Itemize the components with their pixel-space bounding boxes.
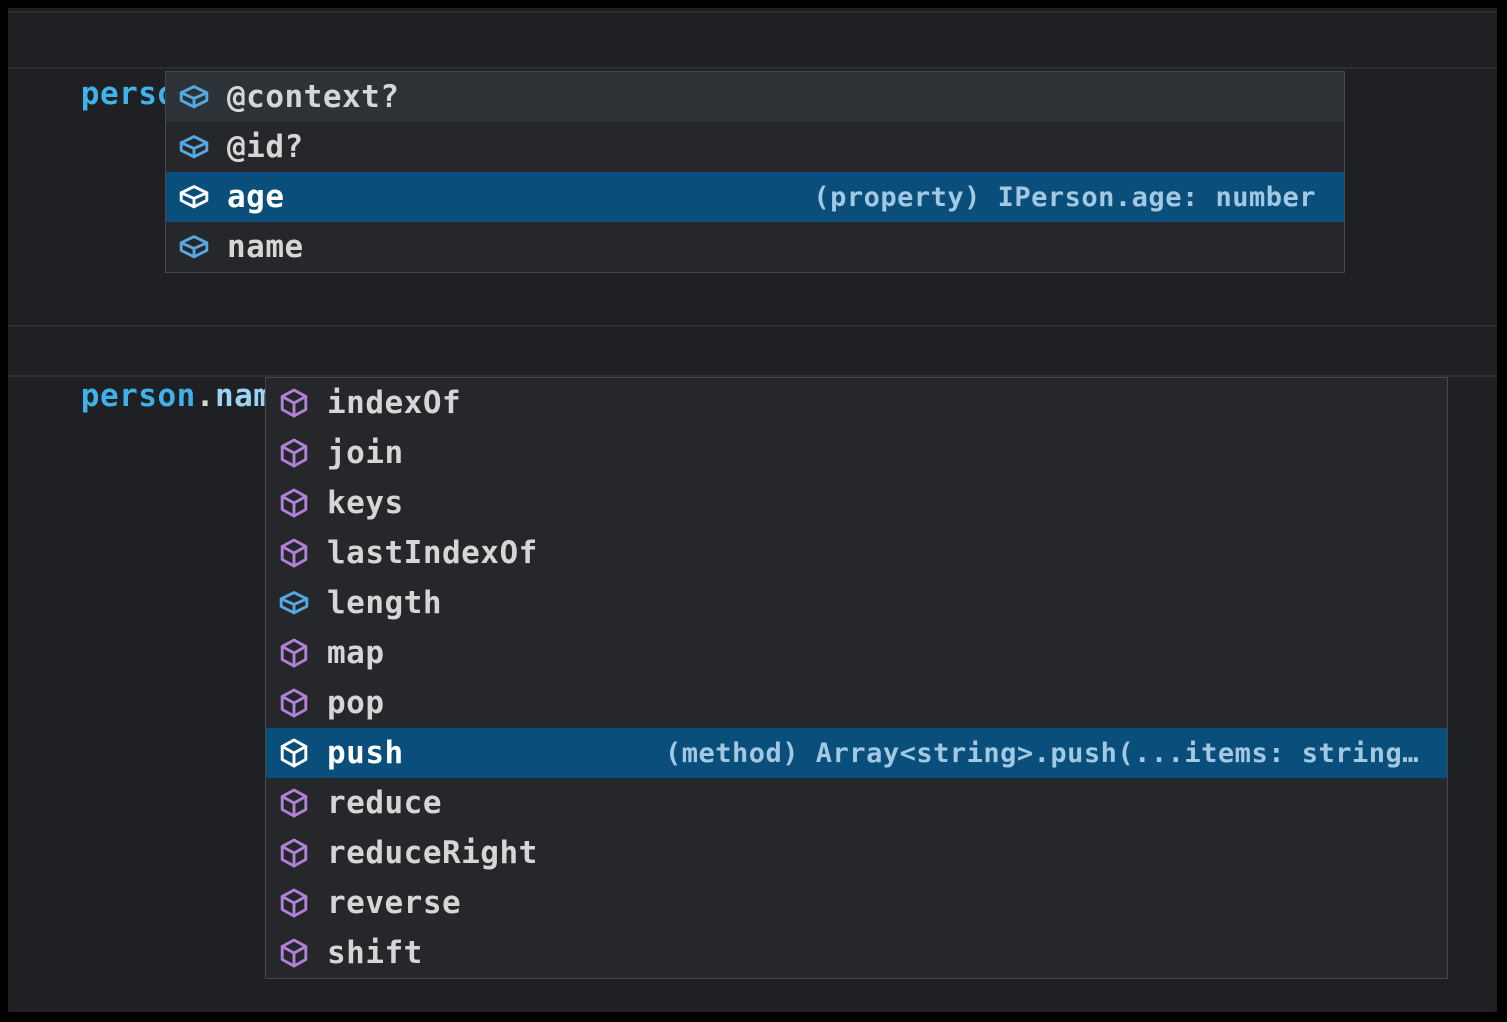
suggestion-label: pop: [327, 685, 385, 721]
suggestion-label: shift: [327, 935, 423, 971]
suggestion-label: reverse: [327, 885, 461, 921]
symbol-method-icon: [278, 387, 310, 419]
symbol-field-icon: [178, 181, 210, 213]
suggestion-item-context[interactable]: @context?: [166, 72, 1344, 122]
suggestion-item-lastindexof[interactable]: lastIndexOf: [266, 528, 1447, 578]
symbol-field-icon: [178, 81, 210, 113]
suggestion-item-indexof[interactable]: indexOf: [266, 378, 1447, 428]
suggestion-item-id[interactable]: @id?: [166, 122, 1344, 172]
suggestion-label: @id?: [227, 129, 304, 165]
suggestion-label: lastIndexOf: [327, 535, 538, 571]
suggestion-label: map: [327, 635, 385, 671]
suggestion-label: reduceRight: [327, 835, 538, 871]
code-token: .: [196, 378, 215, 414]
suggestion-label: push: [327, 735, 404, 771]
suggest-widget-name: indexOf join: [265, 377, 1448, 979]
suggestion-label: reduce: [327, 785, 442, 821]
symbol-method-icon: [278, 637, 310, 669]
suggestion-item-shift[interactable]: shift: [266, 928, 1447, 978]
suggestion-label: indexOf: [327, 385, 461, 421]
suggestion-item-reduce[interactable]: reduce: [266, 778, 1447, 828]
code-token: person: [81, 378, 196, 414]
suggestion-item-keys[interactable]: keys: [266, 478, 1447, 528]
suggestion-item-length[interactable]: length: [266, 578, 1447, 628]
symbol-field-icon: [178, 231, 210, 263]
symbol-method-icon: [278, 787, 310, 819]
screenshot-frame: person.; @context?: [0, 0, 1507, 1022]
symbol-method-icon: [278, 837, 310, 869]
suggestion-item-push[interactable]: push (method) Array<string>.push(...item…: [266, 728, 1447, 778]
symbol-field-icon: [278, 587, 310, 619]
suggestion-item-name[interactable]: name: [166, 222, 1344, 272]
code-editor[interactable]: person.; @context?: [8, 8, 1497, 1012]
suggestion-label: name: [227, 229, 304, 265]
symbol-field-icon: [178, 131, 210, 163]
suggestion-label: age: [227, 179, 285, 215]
suggestion-item-reduceright[interactable]: reduceRight: [266, 828, 1447, 878]
suggestion-item-reverse[interactable]: reverse: [266, 878, 1447, 928]
symbol-method-icon: [278, 537, 310, 569]
suggestion-label: @context?: [227, 79, 399, 115]
suggestion-label: length: [327, 585, 442, 621]
symbol-method-icon: [278, 737, 310, 769]
suggestion-label: keys: [327, 485, 404, 521]
symbol-method-icon: [278, 437, 310, 469]
symbol-method-icon: [278, 887, 310, 919]
suggestion-label: join: [327, 435, 404, 471]
suggestion-detail: (property) IPerson.age: number: [813, 182, 1344, 213]
code-line-person[interactable]: person.;: [8, 11, 1497, 69]
suggestion-item-pop[interactable]: pop: [266, 678, 1447, 728]
suggest-widget-person: @context? @id?: [165, 71, 1345, 273]
suggestion-item-age[interactable]: age (property) IPerson.age: number: [166, 172, 1344, 222]
symbol-method-icon: [278, 687, 310, 719]
code-line-person-name[interactable]: person.name.;: [8, 325, 1497, 377]
suggestion-item-map[interactable]: map: [266, 628, 1447, 678]
suggestion-item-join[interactable]: join: [266, 428, 1447, 478]
symbol-method-icon: [278, 937, 310, 969]
suggestion-detail: (method) Array<string>.push(...items: st…: [665, 738, 1447, 769]
symbol-method-icon: [278, 487, 310, 519]
